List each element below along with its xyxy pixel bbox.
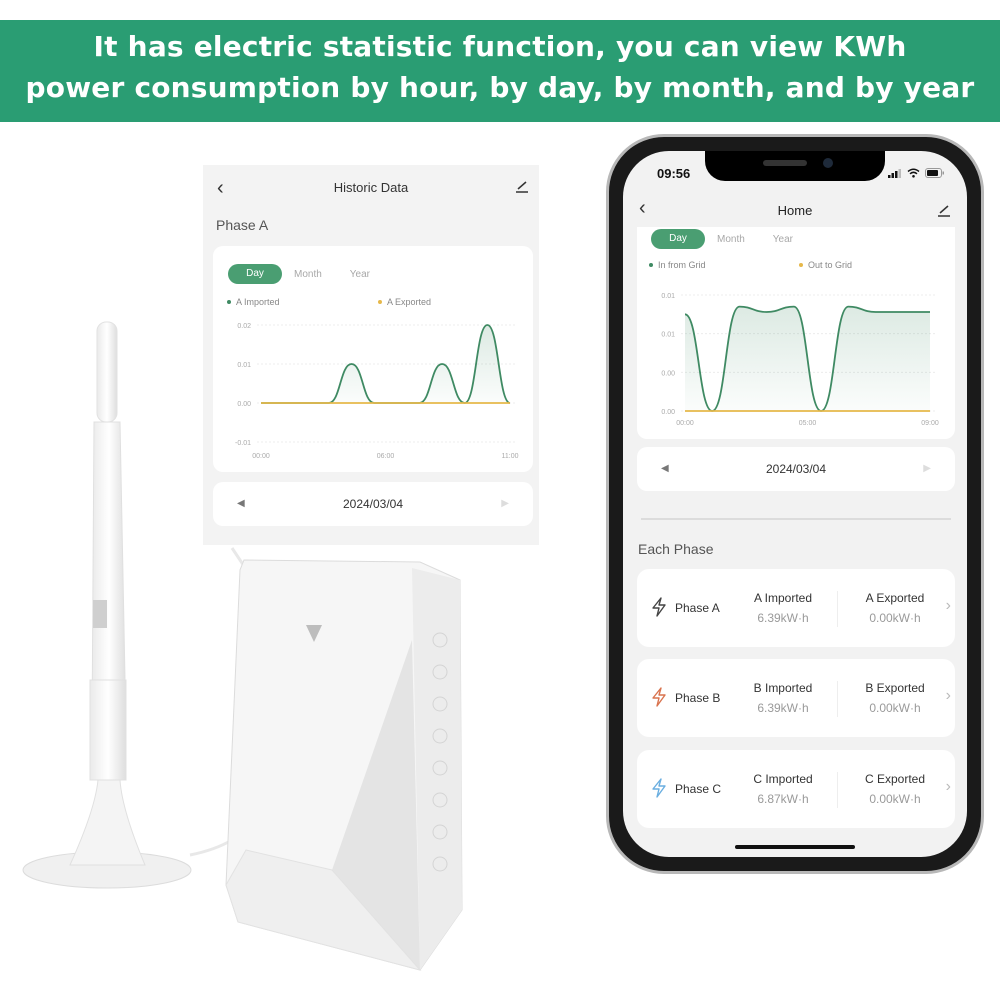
phone-screen: 09:56 ‹ Home Day Month Year In from Grid…	[623, 151, 967, 857]
x-tick-label: 00:00	[252, 453, 270, 460]
y-tick-label: 0.01	[661, 332, 675, 339]
y-tick-label: 0.02	[237, 323, 251, 330]
tab-month[interactable]: Month	[294, 269, 322, 280]
tab-day[interactable]: Day	[228, 264, 282, 284]
tab-day[interactable]: Day	[651, 229, 705, 249]
headline-line-1: It has electric statistic function, you …	[93, 30, 907, 63]
exported-value: 0.00kW·h	[869, 792, 921, 806]
antenna-rod	[96, 321, 118, 423]
divider	[837, 772, 838, 808]
imported-label: B Imported	[753, 681, 813, 695]
imported-value: 6.39kW·h	[757, 701, 809, 715]
divider	[837, 681, 838, 717]
each-phase-title: Each Phase	[638, 541, 714, 557]
legend-dot-in	[649, 263, 653, 267]
next-date-button[interactable]: ▶	[501, 482, 509, 526]
next-date-button[interactable]: ▶	[923, 447, 931, 491]
phase-card-b[interactable]: Phase B B Imported 6.39kW·h B Exported 0.0…	[637, 659, 955, 737]
historic-data-screen: ‹ Historic Data Phase A Day Month Year A…	[203, 165, 539, 545]
phase-name: Phase B	[675, 691, 721, 705]
phase-name: Phase C	[675, 782, 722, 796]
y-tick-label: 0.00	[661, 370, 675, 377]
legend-in-from-grid: In from Grid	[649, 260, 706, 270]
exported-label: B Exported	[865, 681, 925, 695]
legend-dot-imported	[227, 300, 231, 304]
prev-date-button[interactable]: ◀	[661, 447, 669, 491]
chart-card: Day Month Year In from Grid Out to Grid …	[637, 227, 955, 439]
exported-label: A Exported	[865, 591, 925, 605]
date-label: 2024/03/04	[342, 497, 404, 511]
imported-label: C Imported	[753, 772, 813, 786]
front-camera	[823, 158, 833, 168]
y-tick-label: -0.01	[235, 440, 251, 447]
x-tick-label: 09:00	[921, 420, 939, 427]
tab-month[interactable]: Month	[717, 234, 745, 245]
phase-a-chart: 0.02 0.01 0.00 -0.0100:00 06:00 11:00	[235, 323, 519, 460]
phase-name: Phase A	[675, 601, 720, 615]
lightning-icon	[652, 778, 666, 798]
y-tick-label: 0.00	[237, 401, 251, 408]
battery-icon	[925, 168, 944, 178]
date-label: 2024/03/04	[765, 462, 827, 476]
exported-value: 0.00kW·h	[869, 611, 921, 625]
imported-label: A Imported	[753, 591, 813, 605]
phase-card-c[interactable]: Phase C C Imported 6.87kW·h C Exported 0.0…	[637, 750, 955, 828]
legend-dot-exported	[378, 300, 382, 304]
phase-title: Phase A	[216, 217, 269, 233]
wifi-icon	[907, 168, 920, 178]
y-tick-label: 0.00	[661, 409, 675, 416]
pencil-icon[interactable]	[937, 203, 951, 217]
x-tick-label: 11:00	[502, 453, 519, 460]
pencil-icon[interactable]	[515, 179, 529, 193]
divider	[837, 591, 838, 627]
phone-frame: 09:56 ‹ Home Day Month Year In from Grid…	[606, 134, 984, 874]
signal-icon	[888, 168, 901, 178]
legend-out-to-grid: Out to Grid	[799, 260, 852, 270]
tab-year[interactable]: Year	[350, 269, 370, 280]
x-tick-label: 06:00	[377, 453, 395, 460]
y-tick-label: 0.01	[661, 293, 675, 300]
exported-value: 0.00kW·h	[869, 701, 921, 715]
y-tick-label: 0.01	[237, 362, 251, 369]
exported-label: C Exported	[864, 772, 926, 786]
chevron-right-icon: ›	[945, 778, 951, 795]
lightning-icon	[652, 687, 666, 707]
legend-dot-out	[799, 263, 803, 267]
phone-notch	[705, 151, 885, 181]
imported-value: 6.87kW·h	[757, 792, 809, 806]
chevron-right-icon: ›	[945, 597, 951, 614]
screen-title: Historic Data	[333, 180, 409, 195]
x-tick-label: 05:00	[799, 420, 817, 427]
legend-exported: A Exported	[378, 297, 431, 307]
lightning-icon	[652, 597, 666, 617]
section-divider	[641, 518, 951, 520]
tab-year[interactable]: Year	[773, 234, 793, 245]
legend-imported: A Imported	[227, 297, 280, 307]
chart-card: Day Month Year A Imported A Exported 0.0…	[213, 246, 533, 472]
phase-card-a[interactable]: Phase A A Imported 6.39kW·h A Exported 0.0…	[637, 569, 955, 647]
prev-date-button[interactable]: ◀	[237, 482, 245, 526]
status-time: 09:56	[657, 166, 691, 181]
home-chart: 0.010.010.000.0000:00 05:00 09:00	[661, 293, 939, 427]
imported-value: 6.39kW·h	[757, 611, 809, 625]
home-indicator	[735, 845, 855, 849]
screen-title: Home	[777, 203, 813, 218]
speaker	[763, 160, 807, 166]
x-tick-label: 00:00	[676, 420, 694, 427]
date-picker: ◀ 2024/03/04 ▶	[213, 482, 533, 526]
headline-banner: It has electric statistic function, you …	[0, 20, 1000, 122]
status-icons	[888, 168, 945, 178]
headline-line-2: power consumption by hour, by day, by mo…	[25, 71, 975, 104]
date-picker: ◀ 2024/03/04 ▶	[637, 447, 955, 491]
chevron-right-icon: ›	[945, 687, 951, 704]
